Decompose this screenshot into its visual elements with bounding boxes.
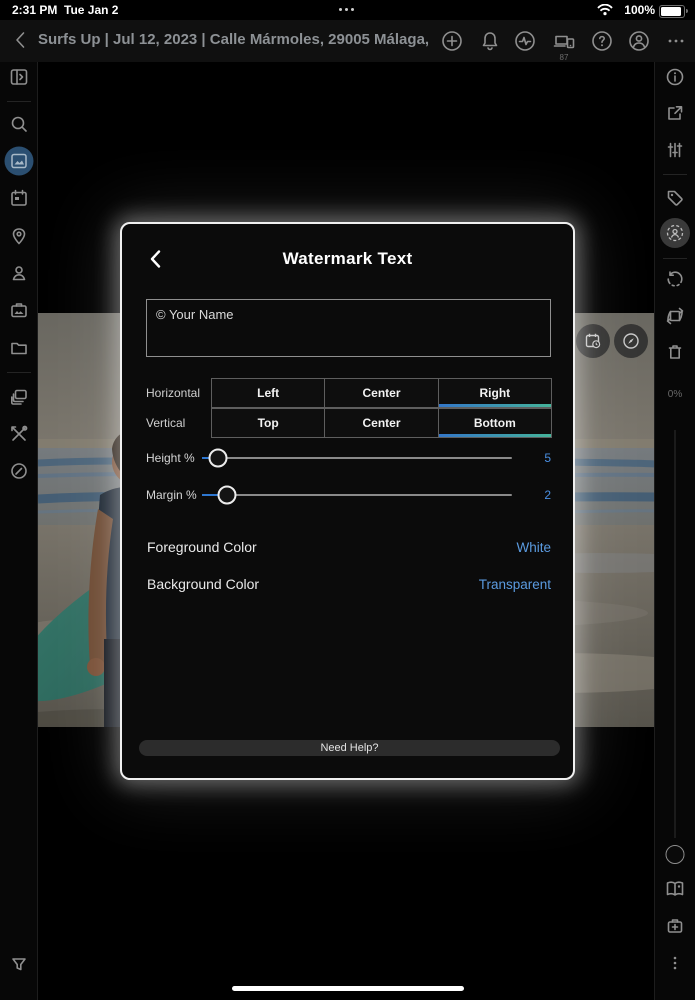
- people-view-icon[interactable]: [666, 224, 684, 242]
- devices-sync-button[interactable]: [552, 29, 576, 53]
- background-color-value[interactable]: Transparent: [479, 577, 551, 592]
- location-pin-icon[interactable]: [10, 227, 28, 245]
- horizontal-alignment-row: Horizontal Left Center Right: [122, 378, 577, 408]
- height-slider-thumb[interactable]: [208, 448, 227, 468]
- app-header: Surfs Up | Jul 12, 2023 | Calle Mármoles…: [0, 20, 695, 62]
- sync-count-badge: 87: [559, 53, 569, 62]
- horizontal-right-button[interactable]: Right: [437, 378, 552, 408]
- book-people-icon[interactable]: [666, 881, 685, 898]
- calendar-icon[interactable]: [10, 189, 28, 207]
- margin-slider-thumb[interactable]: [217, 485, 237, 505]
- copies-stack-icon[interactable]: [10, 388, 28, 406]
- height-value: 5: [544, 451, 551, 465]
- foreground-color-value[interactable]: White: [516, 540, 551, 555]
- horizontal-center-button[interactable]: Center: [324, 378, 439, 408]
- collapse-panel-icon[interactable]: [9, 68, 28, 87]
- library-icon[interactable]: [10, 152, 28, 170]
- clock-date: Tue Jan 2: [64, 3, 119, 17]
- info-icon[interactable]: [666, 68, 685, 87]
- watermark-text-input[interactable]: © Your Name: [146, 299, 551, 357]
- album-case-icon[interactable]: [10, 301, 28, 319]
- vertical-label: Vertical: [146, 416, 186, 430]
- background-color-row[interactable]: Background Color Transparent: [122, 576, 577, 596]
- vertical-alignment-row: Vertical Top Center Bottom: [122, 408, 577, 438]
- dialog-title: Watermark Text: [282, 249, 413, 268]
- trash-icon[interactable]: [666, 343, 684, 361]
- margin-value: 2: [544, 488, 551, 502]
- zoom-slider-thumb[interactable]: [665, 845, 685, 864]
- height-label: Height %: [146, 451, 195, 465]
- history-restore-icon[interactable]: [666, 270, 684, 288]
- search-icon[interactable]: [10, 115, 28, 133]
- person-icon[interactable]: [10, 264, 28, 282]
- need-help-button[interactable]: Need Help?: [139, 740, 560, 756]
- more-options-button[interactable]: [664, 29, 688, 53]
- battery-percent: 100%: [624, 3, 655, 17]
- folder-icon[interactable]: [10, 339, 28, 357]
- height-slider-row: Height % 5: [122, 448, 577, 468]
- status-bar: 2:31 PM Tue Jan 2 100%: [0, 0, 695, 20]
- discover-button[interactable]: [614, 324, 648, 358]
- left-sidebar: [0, 62, 38, 1000]
- share-export-icon[interactable]: [666, 104, 684, 122]
- zoom-level-label: 0%: [667, 389, 683, 400]
- more-vertical-icon[interactable]: [666, 954, 684, 972]
- gauge-icon[interactable]: [10, 462, 28, 480]
- crop-rotate-icon[interactable]: [666, 307, 684, 325]
- notifications-button[interactable]: [478, 29, 502, 53]
- background-color-label: Background Color: [147, 576, 260, 592]
- vertical-bottom-button[interactable]: Bottom: [437, 408, 552, 438]
- horizontal-left-button[interactable]: Left: [211, 378, 326, 408]
- clock-time: 2:31 PM: [12, 3, 58, 17]
- album-title: Surfs Up | Jul 12, 2023 | Calle Mármoles…: [38, 31, 430, 48]
- battery-icon: [659, 5, 688, 18]
- margin-slider-row: Margin % 2: [122, 485, 577, 505]
- tag-icon[interactable]: [666, 189, 684, 207]
- foreground-color-label: Foreground Color: [147, 539, 257, 555]
- margin-label: Margin %: [146, 488, 197, 502]
- margin-slider[interactable]: [202, 485, 512, 505]
- tools-icon[interactable]: [10, 425, 28, 443]
- multitasking-indicator-icon: [339, 8, 354, 11]
- tune-sliders-icon[interactable]: [666, 141, 684, 159]
- wifi-icon: [597, 4, 613, 16]
- filter-funnel-icon[interactable]: [10, 955, 28, 973]
- versions-button[interactable]: [576, 324, 610, 358]
- help-button[interactable]: [590, 29, 614, 53]
- right-sidebar: 0%: [654, 62, 695, 1000]
- horizontal-label: Horizontal: [146, 386, 201, 400]
- foreground-color-row[interactable]: Foreground Color White: [122, 539, 577, 559]
- vertical-top-button[interactable]: Top: [211, 408, 326, 438]
- add-to-album-icon[interactable]: [666, 917, 684, 935]
- back-button[interactable]: [10, 29, 32, 51]
- add-photos-button[interactable]: [440, 29, 464, 53]
- home-indicator[interactable]: [232, 986, 464, 991]
- height-slider[interactable]: [202, 448, 512, 468]
- watermark-dialog: Watermark Text © Your Name Horizontal Le…: [120, 222, 575, 780]
- account-button[interactable]: [627, 29, 651, 53]
- cloud-activity-button[interactable]: [513, 29, 537, 53]
- vertical-center-button[interactable]: Center: [324, 408, 439, 438]
- zoom-slider-track[interactable]: [674, 430, 676, 838]
